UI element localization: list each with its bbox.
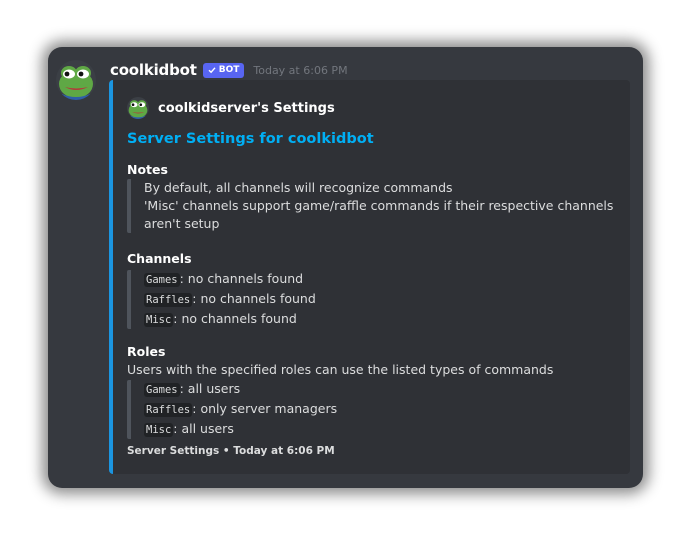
inline-code: Raffles [144, 403, 193, 417]
notes-line: 'Misc' channels support game/raffle comm… [144, 198, 614, 213]
list-item: Raffles: only server managers [144, 400, 337, 419]
pepe-frog-icon [59, 66, 93, 100]
roles-quote: Games: all users Raffles: only server ma… [127, 380, 337, 439]
embed: coolkidserver's Settings Server Settings… [109, 80, 630, 474]
roles-description: Users with the specified roles can use t… [127, 362, 554, 377]
message-header: coolkidbot BOT Today at 6:06 PM [110, 60, 348, 80]
inline-code: Games [144, 273, 180, 287]
channels-quote: Games: no channels found Raffles: no cha… [127, 270, 316, 329]
embed-title[interactable]: Server Settings for coolkidbot [127, 131, 374, 147]
message-card: coolkidbot BOT Today at 6:06 PM coolkids… [48, 47, 643, 488]
field-name-roles: Roles [127, 344, 166, 359]
list-item: Games: no channels found [144, 270, 316, 289]
list-item-text: : no channels found [173, 311, 297, 326]
notes-line: By default, all channels will recognize … [144, 180, 453, 195]
list-item: Misc: no channels found [144, 310, 316, 329]
list-item-text: : no channels found [192, 291, 316, 306]
embed-author-name: coolkidserver's Settings [158, 100, 335, 116]
list-item-text: : only server managers [192, 401, 338, 416]
pepe-frog-icon [128, 100, 148, 119]
list-item: Raffles: no channels found [144, 290, 316, 309]
embed-author: coolkidserver's Settings [127, 97, 335, 119]
inline-code: Games [144, 383, 180, 397]
bot-badge: BOT [202, 62, 245, 78]
embed-footer: Server Settings • Today at 6:06 PM [127, 445, 335, 457]
inline-code: Misc [144, 423, 174, 437]
message-timestamp: Today at 6:06 PM [253, 63, 348, 77]
list-item-text: : all users [179, 381, 241, 396]
field-name-notes: Notes [127, 162, 168, 177]
field-name-channels: Channels [127, 251, 192, 266]
list-item-text: : no channels found [179, 271, 304, 286]
author-avatar [127, 97, 149, 119]
checkmark-icon [208, 67, 216, 74]
list-item: Games: all users [144, 380, 337, 399]
inline-code: Misc [144, 313, 174, 327]
username[interactable]: coolkidbot [110, 61, 197, 79]
list-item: Misc: all users [144, 420, 337, 439]
list-item-text: : all users [173, 421, 234, 436]
inline-code: Raffles [144, 293, 193, 307]
notes-quote: By default, all channels will recognize … [127, 179, 613, 233]
avatar[interactable] [56, 60, 96, 100]
bot-badge-label: BOT [218, 64, 240, 75]
notes-line: aren't setup [144, 216, 220, 231]
